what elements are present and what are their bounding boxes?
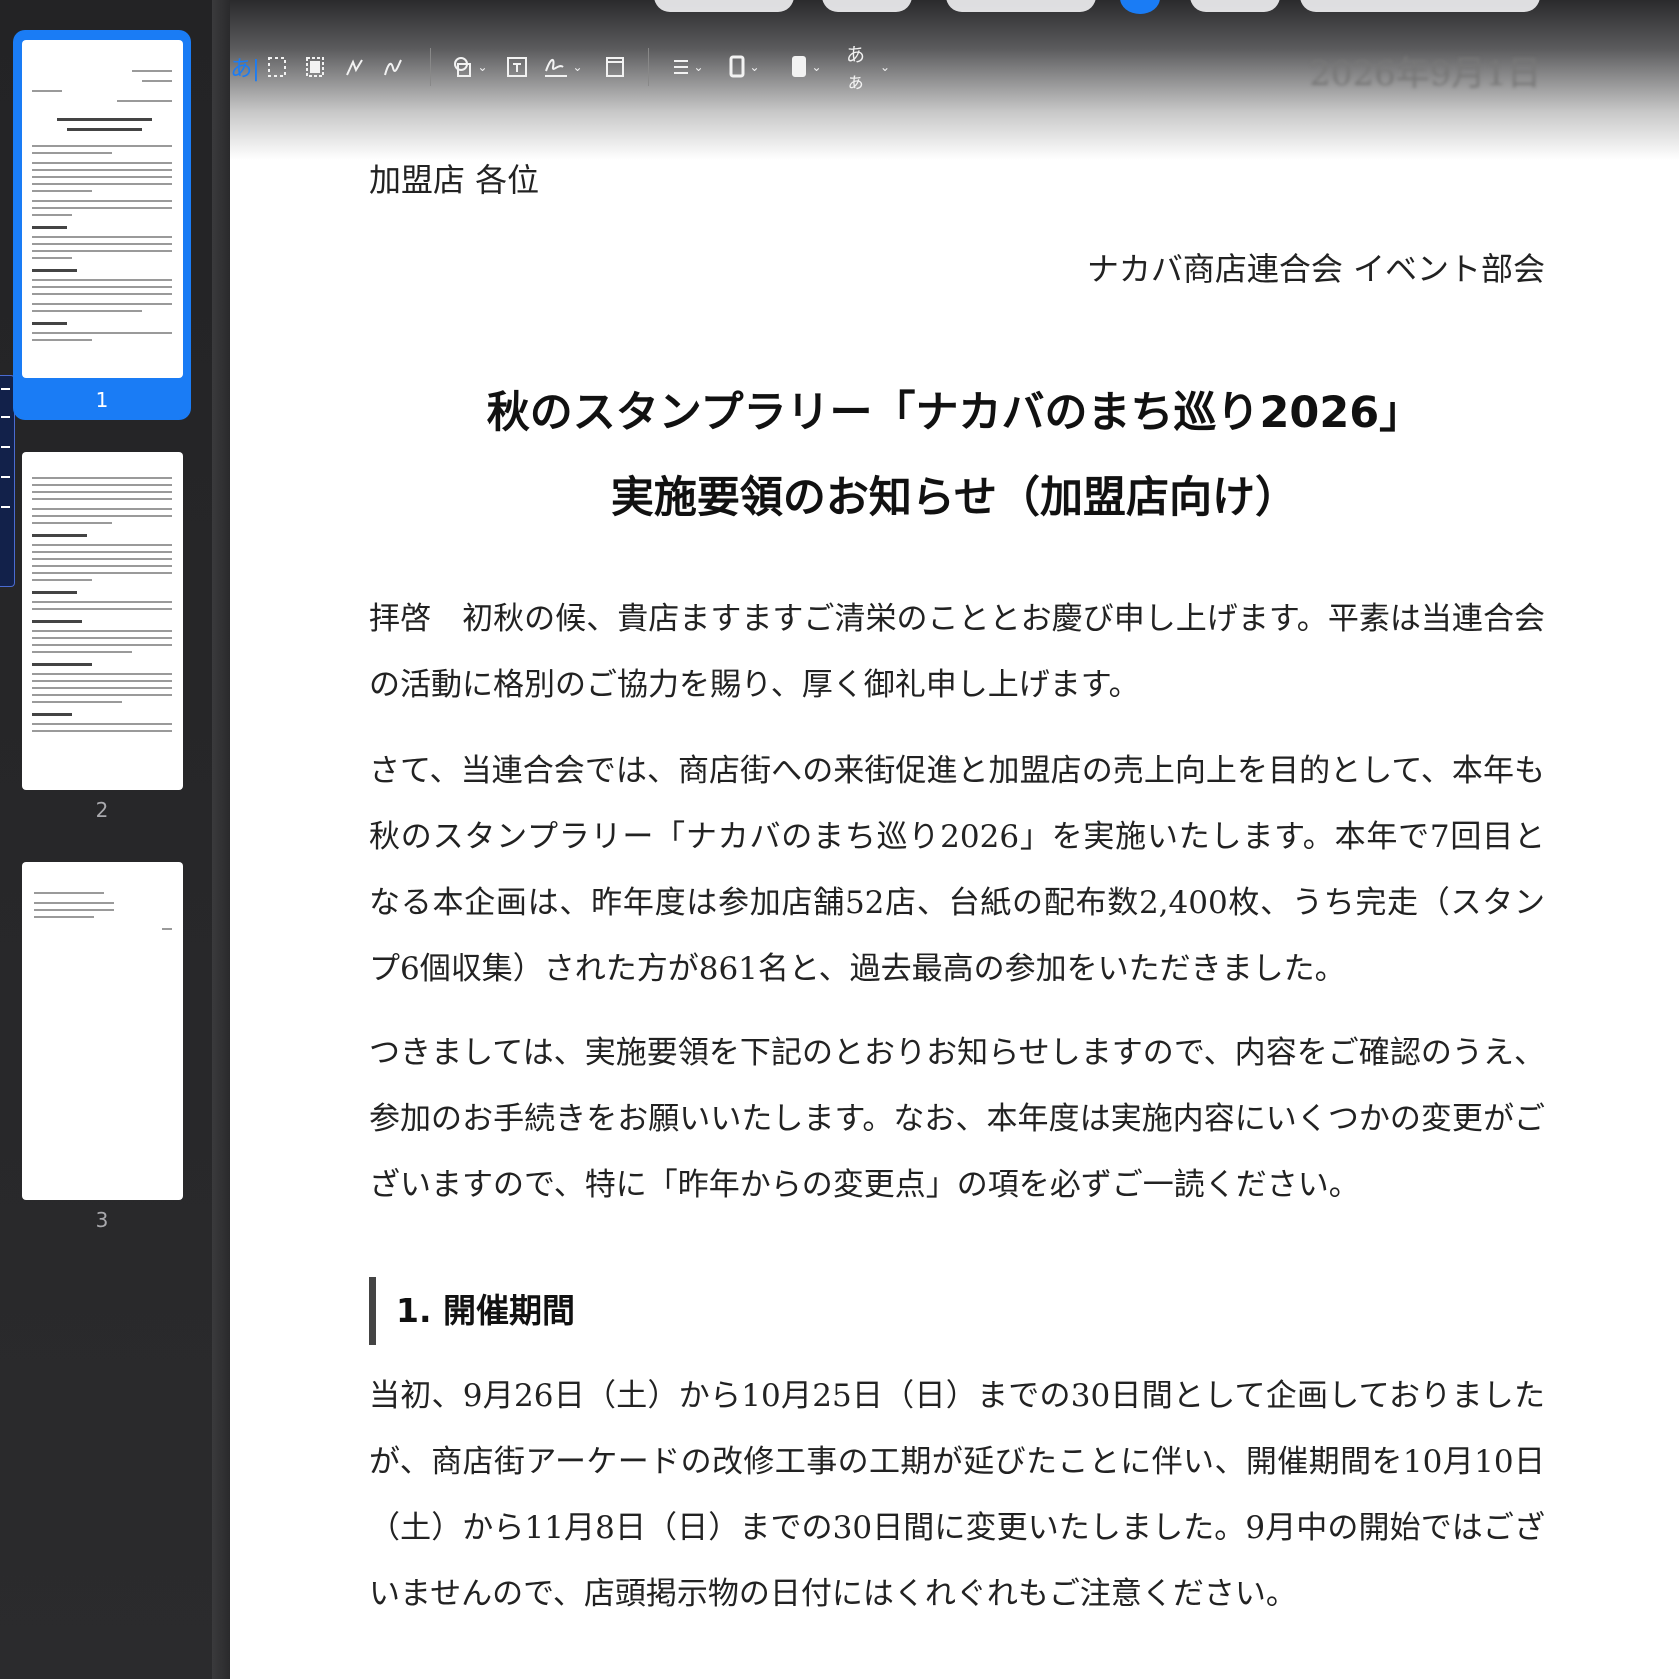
toolbar-pill[interactable] bbox=[822, 0, 912, 12]
text-box-icon[interactable] bbox=[502, 50, 532, 84]
toolbar-pill[interactable] bbox=[654, 0, 794, 12]
markup-toolbar: 2026年9月1日 あ| ⌄ ⌄ ⌄ ⌄ ⌄ あぁ ⌄ bbox=[230, 0, 1679, 160]
section-heading: 1. 開催期間 bbox=[369, 1277, 575, 1345]
thumbnail-preview bbox=[22, 452, 183, 790]
toolbar-divider bbox=[648, 48, 649, 86]
draw-icon[interactable] bbox=[378, 50, 408, 84]
rect-select-icon[interactable] bbox=[262, 50, 292, 84]
thumbnail-preview bbox=[22, 40, 183, 378]
sign-icon[interactable]: ⌄ bbox=[542, 50, 584, 84]
smart-select-icon[interactable] bbox=[300, 50, 330, 84]
document-page: 2026年9月1日 あ| ⌄ ⌄ ⌄ ⌄ ⌄ あぁ ⌄ 加盟店 各位 ナカバ商店… bbox=[230, 0, 1679, 1679]
page-thumbnail-2[interactable]: 2 bbox=[13, 442, 191, 832]
page-number-label: 3 bbox=[95, 1208, 109, 1232]
border-color-icon[interactable]: ⌄ bbox=[724, 50, 764, 84]
sender-line: ナカバ商店連合会 イベント部会 bbox=[1086, 250, 1545, 288]
toolbar-pill[interactable] bbox=[1300, 0, 1540, 12]
section-paragraph: 当初、9月26日（土）から10月25日（日）までの30日間として企画しておりまし… bbox=[369, 1378, 1545, 1612]
document-subtitle: 実施要領のお知らせ（加盟店向け） bbox=[610, 473, 1299, 523]
body-paragraph: さて、当連合会では、商店街への来街促進と加盟店の売上向上を目的として、本年も秋の… bbox=[369, 753, 1545, 987]
body-paragraph: つきましては、実施要領を下記のとおりお知らせしますので、内容をご確認のうえ、参加… bbox=[369, 1035, 1545, 1203]
thumbnail-preview bbox=[22, 862, 183, 1200]
page-number-label: 2 bbox=[95, 798, 109, 822]
text-insert-icon[interactable]: あ| bbox=[230, 50, 259, 84]
document-date: 2026年9月1日 bbox=[1309, 54, 1541, 94]
toolbar-pill[interactable] bbox=[946, 0, 1096, 12]
page-thumbnail-sidebar: 1 2 3 bbox=[0, 0, 212, 1679]
fill-color-icon[interactable]: ⌄ bbox=[786, 50, 826, 84]
toolbar-divider bbox=[430, 48, 431, 86]
page-thumbnail-1[interactable]: 1 bbox=[13, 30, 191, 420]
align-icon[interactable]: ⌄ bbox=[668, 50, 708, 84]
sidebar-resize-handle[interactable] bbox=[212, 0, 230, 1679]
sketch-icon[interactable] bbox=[340, 50, 370, 84]
document-title: 秋のスタンプラリー「ナカバのまち巡り2026」 bbox=[486, 388, 1423, 438]
color-indicator[interactable] bbox=[1120, 0, 1160, 14]
note-icon[interactable] bbox=[600, 50, 630, 84]
body-paragraph: 拝啓 初秋の候、貴店ますますご清栄のこととお慶び申し上げます。平素は当連合会の活… bbox=[369, 601, 1545, 703]
shapes-icon[interactable]: ⌄ bbox=[450, 50, 490, 84]
toolbar-pill[interactable] bbox=[1190, 0, 1280, 12]
page-thumbnail-3[interactable]: 3 bbox=[13, 852, 191, 1242]
font-style-icon[interactable]: あぁ ⌄ bbox=[846, 44, 890, 93]
recipient-line: 加盟店 各位 bbox=[369, 161, 540, 199]
page-number-label: 1 bbox=[95, 388, 109, 412]
